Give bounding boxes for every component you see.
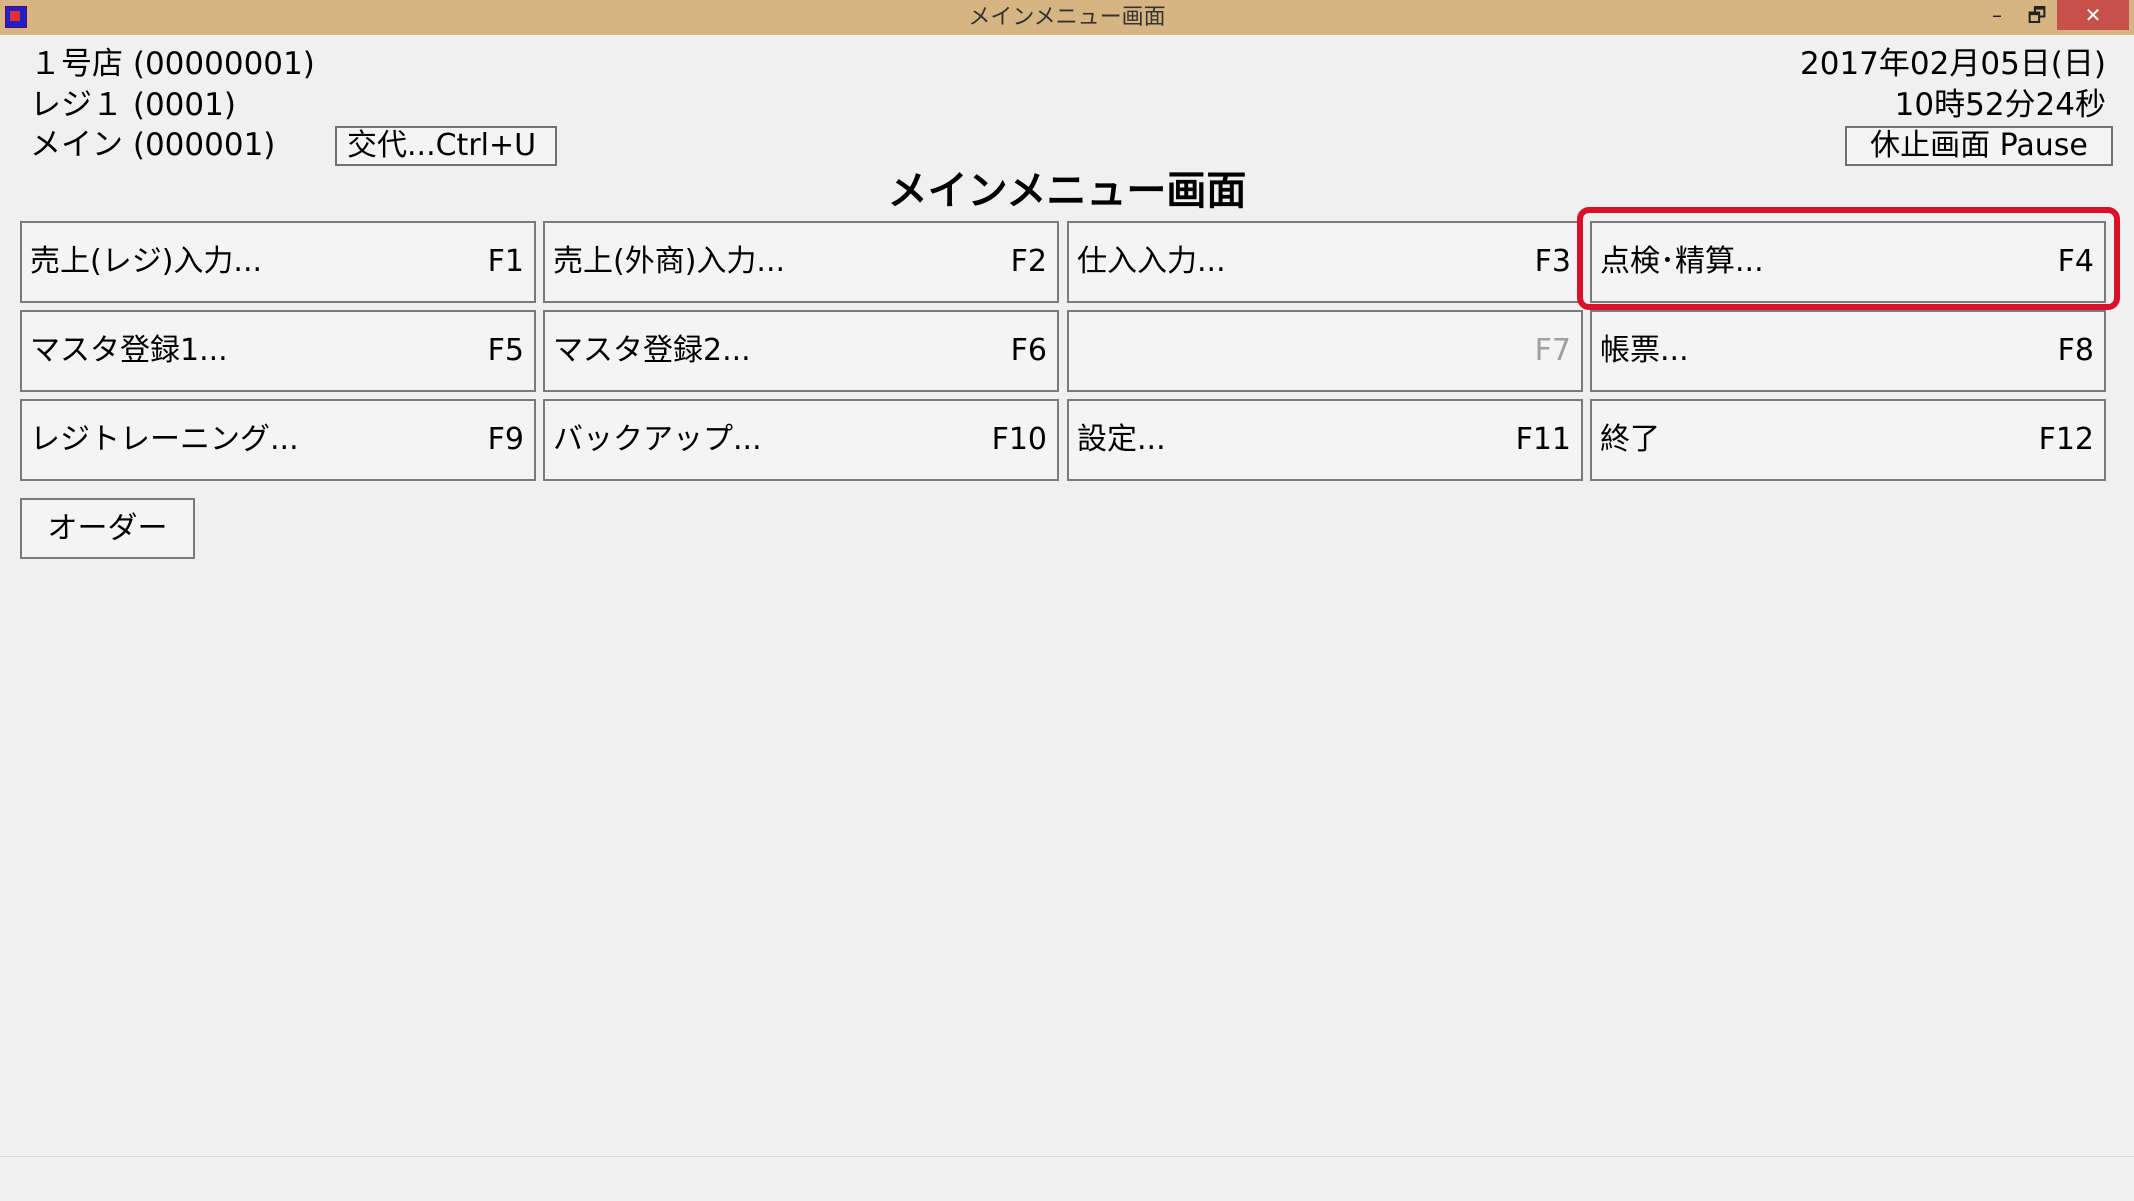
settings-button[interactable]: 設定... F11 [1067,399,1583,481]
exit-button[interactable]: 終了 F12 [1590,399,2106,481]
inspection-settlement-button[interactable]: 点検･精算... F4 [1590,221,2106,303]
register-training-button[interactable]: レジトレーニング... F9 [20,399,536,481]
store-info: １号店 (00000001) [30,46,315,82]
operator-info: メイン (000001) [30,127,276,163]
reports-button[interactable]: 帳票... F8 [1590,310,2106,392]
main-menu-window: メインメニュー画面 – 🗗 ✕ １号店 (00000001) レジ１ (0001… [0,0,2134,1201]
menu-button-key: F7 [1534,333,1571,368]
menu-button-key: F10 [991,422,1047,457]
menu-button-label: レジトレーニング... [30,422,299,457]
menu-button-label: バックアップ... [553,422,762,457]
menu-button-key: F5 [487,333,524,368]
backup-button[interactable]: バックアップ... F10 [543,399,1059,481]
menu-button-label: 売上(レジ)入力... [30,244,263,279]
register-info: レジ１ (0001) [30,87,236,123]
menu-button-label: マスタ登録1... [30,333,228,368]
order-button[interactable]: オーダー [20,498,195,559]
menu-button-label: マスタ登録2... [553,333,751,368]
menu-button-label: 終了 [1600,422,1660,457]
menu-button-key: F6 [1010,333,1047,368]
current-date: 2017年02月05日(日) [1800,46,2106,82]
menu-button-key: F1 [487,244,524,279]
window-title: メインメニュー画面 [968,5,1166,30]
page-title: メインメニュー画面 [887,168,1247,214]
purchase-input-button[interactable]: 仕入入力... F3 [1067,221,1583,303]
master-registration-1-button[interactable]: マスタ登録1... F5 [20,310,536,392]
menu-button-label: 仕入入力... [1077,244,1226,279]
sales-register-input-button[interactable]: 売上(レジ)入力... F1 [20,221,536,303]
title-bar[interactable]: メインメニュー画面 – 🗗 ✕ [0,0,2134,35]
f7-empty-button: F7 [1067,310,1583,392]
sales-external-input-button[interactable]: 売上(外商)入力... F2 [543,221,1059,303]
menu-button-key: F9 [487,422,524,457]
menu-button-key: F3 [1534,244,1571,279]
master-registration-2-button[interactable]: マスタ登録2... F6 [543,310,1059,392]
close-button[interactable]: ✕ [2057,0,2129,30]
menu-button-label: 帳票... [1600,333,1689,368]
menu-button-key: F4 [2057,244,2094,279]
menu-button-label: 点検･精算... [1600,244,1764,279]
menu-button-key: F8 [2057,333,2094,368]
pause-screen-button[interactable]: 休止画面 Pause [1845,126,2113,166]
minimize-button[interactable]: – [1977,0,2017,30]
menu-button-key: F12 [2038,422,2094,457]
current-time: 10時52分24秒 [1894,87,2106,123]
menu-button-label: 設定... [1077,422,1166,457]
status-bar [0,1156,2134,1201]
menu-button-label: 売上(外商)入力... [553,244,786,279]
menu-button-key: F2 [1010,244,1047,279]
maximize-button[interactable]: 🗗 [2017,0,2057,30]
shift-change-button[interactable]: 交代...Ctrl+U [335,126,557,166]
menu-button-key: F11 [1515,422,1571,457]
